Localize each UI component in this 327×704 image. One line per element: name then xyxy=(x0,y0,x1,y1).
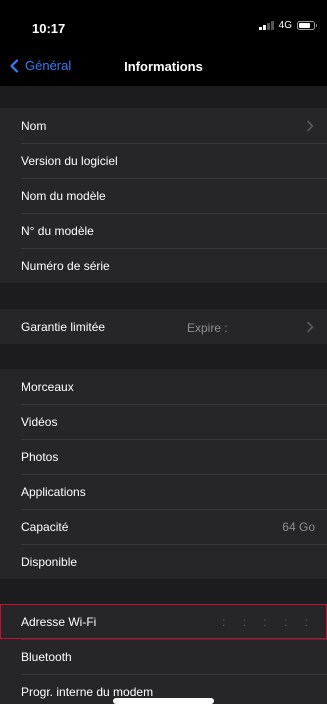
settings-row-software-version[interactable]: Version du logiciel xyxy=(0,143,327,178)
row-label: Garantie limitée xyxy=(21,319,106,334)
navigation-bar: Général Informations xyxy=(0,44,327,86)
battery-icon xyxy=(297,21,317,30)
row-label: Progr. interne du modem xyxy=(21,684,154,699)
row-label: Capacité xyxy=(21,519,69,534)
row-label: Bluetooth xyxy=(21,649,72,664)
row-label: Applications xyxy=(21,484,86,499)
row-label: Morceaux xyxy=(21,379,74,394)
settings-row-photos[interactable]: Photos xyxy=(0,439,327,474)
section-gap xyxy=(0,283,327,309)
settings-row-videos[interactable]: Vidéos xyxy=(0,404,327,439)
settings-row-wifi-address[interactable]: Adresse Wi-Fi : : : : : xyxy=(0,604,327,639)
row-label: Version du logiciel xyxy=(21,153,118,168)
settings-row-available[interactable]: Disponible xyxy=(0,544,327,579)
warranty-value: Expire : xyxy=(187,321,228,335)
signal-strength-icon xyxy=(259,21,274,30)
settings-row-model-name[interactable]: Nom du modèle xyxy=(0,178,327,213)
network-type: 4G xyxy=(278,20,292,31)
row-label: Numéro de série xyxy=(21,258,110,273)
settings-group-content: Morceaux Vidéos Photos Applications Capa… xyxy=(0,369,327,579)
row-label: Vidéos xyxy=(21,414,58,429)
chevron-right-icon xyxy=(307,120,314,131)
settings-group-device: Nom Version du logiciel Nom du modèle N°… xyxy=(0,108,327,283)
wifi-address-value: : : : : : xyxy=(221,614,315,629)
section-gap xyxy=(0,86,327,108)
home-indicator[interactable] xyxy=(113,698,214,704)
settings-row-model-number[interactable]: N° du modèle xyxy=(0,213,327,248)
settings-row-serial-number[interactable]: Numéro de série xyxy=(0,248,327,283)
status-time: 10:17 xyxy=(32,21,66,36)
settings-row-warranty[interactable]: Garantie limitée Expire : xyxy=(0,309,327,344)
settings-group-network: Adresse Wi-Fi : : : : : Bluetooth Progr.… xyxy=(0,604,327,704)
settings-row-bluetooth[interactable]: Bluetooth xyxy=(0,639,327,674)
status-bar: 10:17 4G xyxy=(0,0,327,44)
section-gap xyxy=(0,579,327,604)
settings-row-applications[interactable]: Applications xyxy=(0,474,327,509)
settings-row-songs[interactable]: Morceaux xyxy=(0,369,327,404)
status-indicators: 4G xyxy=(259,20,317,31)
row-label: Nom du modèle xyxy=(21,188,106,203)
row-label: Disponible xyxy=(21,554,78,569)
section-gap xyxy=(0,344,327,369)
row-label: Nom xyxy=(21,118,47,133)
settings-group-warranty: Garantie limitée Expire : xyxy=(0,309,327,344)
row-label: Photos xyxy=(21,449,59,464)
row-label: N° du modèle xyxy=(21,223,94,238)
settings-row-capacity[interactable]: Capacité 64 Go xyxy=(0,509,327,544)
row-label: Adresse Wi-Fi xyxy=(21,614,97,629)
capacity-value: 64 Go xyxy=(282,519,315,534)
settings-row-name[interactable]: Nom xyxy=(0,108,327,143)
page-title: Informations xyxy=(124,59,203,74)
chevron-right-icon xyxy=(307,321,314,332)
